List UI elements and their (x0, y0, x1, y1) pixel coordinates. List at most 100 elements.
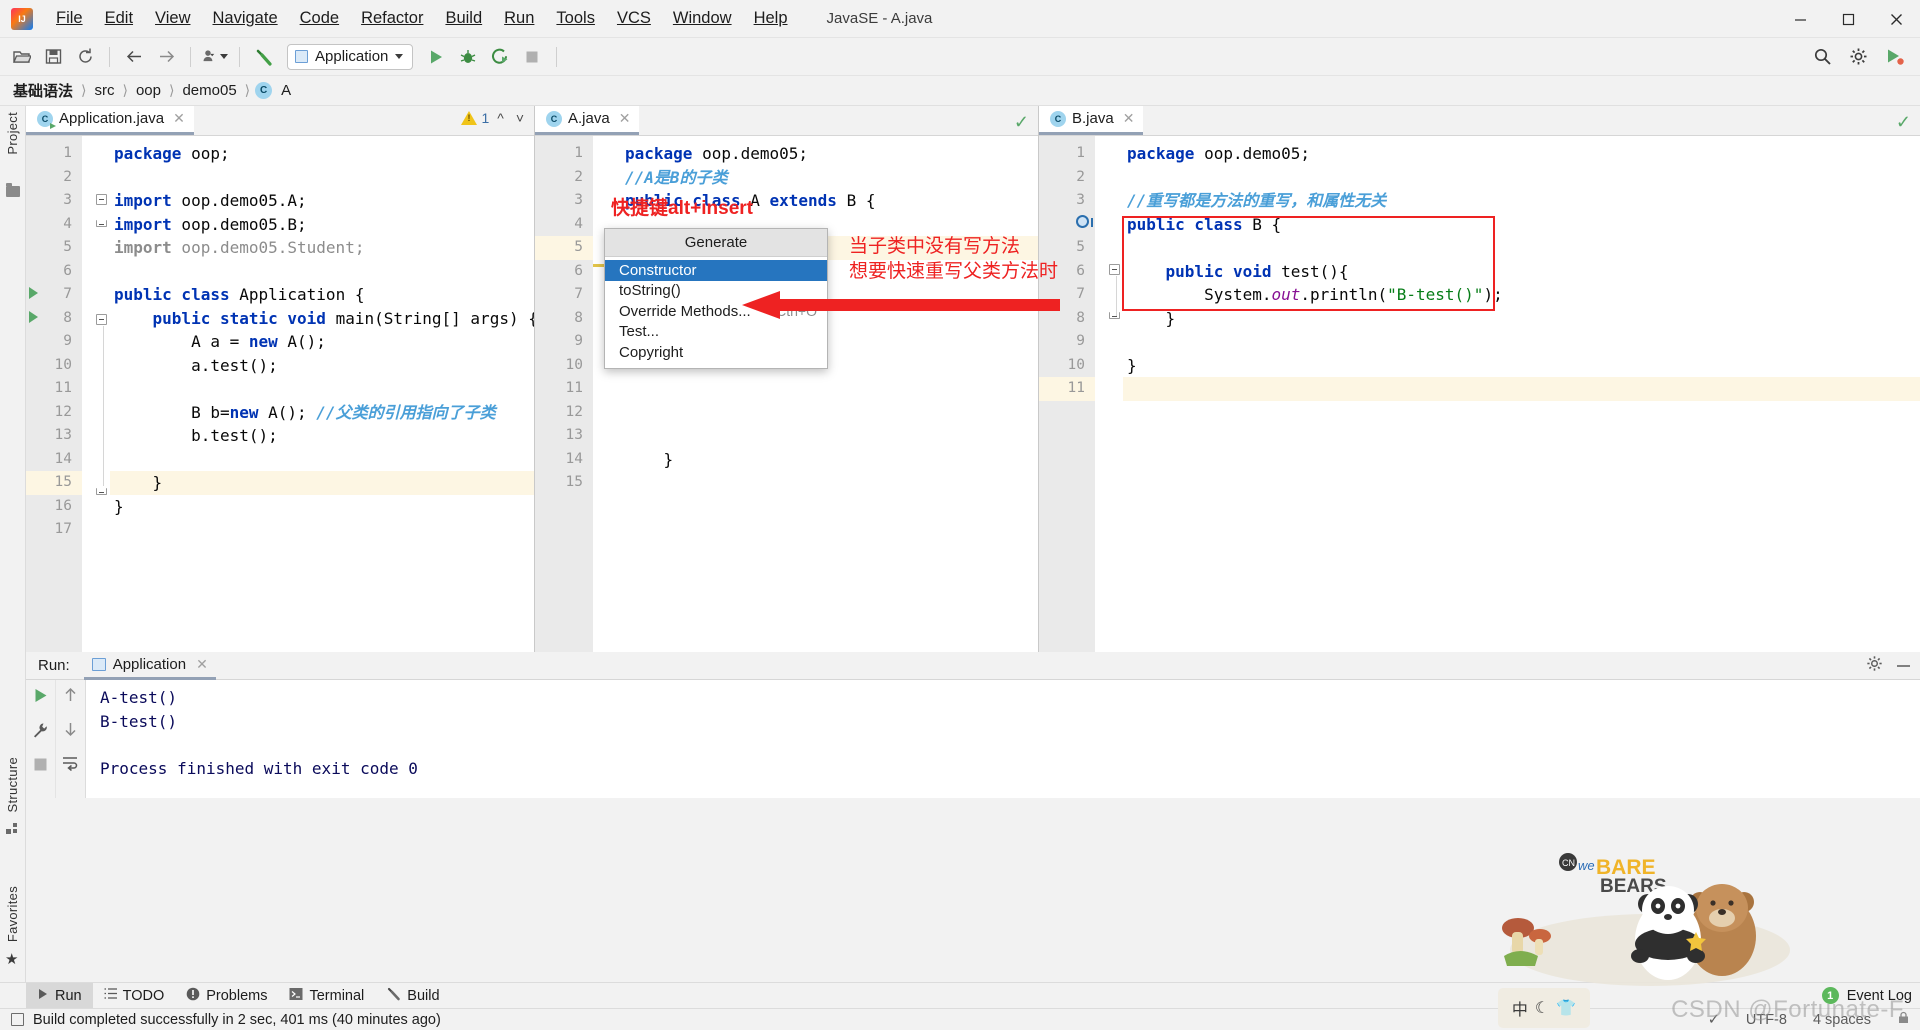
folder-icon[interactable] (6, 183, 20, 197)
rerun-play-icon[interactable] (32, 687, 49, 709)
star-icon[interactable]: ★ (5, 950, 18, 968)
close-button[interactable] (1872, 0, 1920, 38)
tab-a-java[interactable]: C A.java ✕ (535, 106, 640, 135)
breadcrumb-item-class-a[interactable]: A (278, 82, 294, 99)
sync-icon[interactable] (72, 44, 98, 70)
menu-run[interactable]: Run (493, 5, 545, 32)
tab-b-java[interactable]: C B.java ✕ (1039, 106, 1144, 135)
line-number: 6 (574, 262, 583, 279)
run-gutter-icon[interactable] (29, 287, 38, 299)
sidebar-item-structure[interactable]: Structure (5, 757, 20, 812)
bears-sticker-watermark: we BARE BEARS CN (1500, 840, 1800, 990)
menu-build[interactable]: Build (434, 5, 493, 32)
indent-indicator[interactable]: 4 spaces (1813, 1012, 1871, 1028)
soft-wrap-icon[interactable] (62, 755, 79, 776)
tab-label: B.java (1072, 110, 1114, 127)
settings-wrench-icon[interactable] (32, 722, 49, 744)
vcs-update-icon[interactable] (202, 44, 228, 70)
fold-icon[interactable] (96, 488, 107, 495)
menu-build-label: Build (445, 9, 483, 27)
toolwindow-problems[interactable]: Problems (175, 983, 278, 1009)
inspection-status-widget[interactable]: 1 ^ ˅ (461, 110, 528, 126)
toolwindow-terminal[interactable]: Terminal (278, 983, 375, 1009)
encoding-indicator[interactable]: UTF-8 (1746, 1012, 1787, 1028)
breadcrumb-item-oop[interactable]: oop (133, 82, 164, 99)
breadcrumb-item-src[interactable]: src (91, 82, 117, 99)
breadcrumb-item-demo05[interactable]: demo05 (179, 82, 239, 99)
run-button[interactable] (423, 44, 449, 70)
forward-arrow-icon[interactable] (153, 44, 179, 70)
stop-icon[interactable] (33, 757, 48, 777)
run-actions-column (26, 680, 56, 798)
line-number: 8 (574, 309, 583, 326)
console-output[interactable]: A-test() B-test() Process finished with … (86, 680, 1920, 798)
tab-application-java[interactable]: C Application.java ✕ (26, 106, 194, 135)
back-arrow-icon[interactable] (121, 44, 147, 70)
sidebar-item-favorites[interactable]: Favorites (5, 886, 20, 942)
code-content-3[interactable]: package oop.demo05; //重写都是方法的重写，和属性无关 pu… (1123, 136, 1920, 652)
run-with-coverage-button[interactable] (487, 44, 513, 70)
toolwindow-build[interactable]: Build (375, 983, 450, 1009)
menu-file[interactable]: File (45, 5, 94, 32)
menu-view[interactable]: View (144, 5, 201, 32)
debug-button[interactable] (455, 44, 481, 70)
menu-edit[interactable]: Edit (94, 5, 144, 32)
up-arrow-icon[interactable] (63, 687, 78, 708)
overridden-method-icon[interactable] (1076, 215, 1093, 228)
menu-tools-label: Tools (556, 9, 595, 27)
close-icon[interactable]: ✕ (173, 110, 185, 127)
close-icon[interactable]: ✕ (196, 656, 208, 673)
build-hammer-icon[interactable] (251, 44, 277, 70)
menu-window[interactable]: Window (662, 5, 743, 32)
minimize-button[interactable] (1776, 0, 1824, 38)
tab-label: Application.java (59, 110, 165, 127)
line-number: 14 (565, 450, 583, 467)
menu-code[interactable]: Code (289, 5, 350, 32)
menu-item-constructor[interactable]: Constructor (605, 260, 827, 281)
stop-button[interactable] (519, 44, 545, 70)
line-number: 3 (1076, 192, 1085, 208)
chevron-down-icon[interactable]: ˅ (512, 110, 528, 126)
maximize-button[interactable] (1824, 0, 1872, 38)
fold-icon[interactable] (96, 220, 107, 227)
fold-icon[interactable] (1109, 312, 1120, 319)
run-anything-icon[interactable] (1881, 44, 1907, 70)
structure-icon[interactable] (6, 821, 20, 840)
code-content-1[interactable]: package oop; import oop.demo05.A; import… (110, 136, 534, 652)
breadcrumb-item-project[interactable]: 基础语法 (10, 80, 76, 101)
run-gutter-icon[interactable] (29, 311, 38, 323)
menu-navigate[interactable]: Navigate (202, 5, 289, 32)
close-icon[interactable]: ✕ (1123, 110, 1135, 127)
sidebar-item-project[interactable]: Project (5, 112, 20, 155)
menu-tools[interactable]: Tools (545, 5, 606, 32)
open-folder-icon[interactable] (8, 44, 34, 70)
menu-refactor[interactable]: Refactor (350, 5, 434, 32)
ok-check-icon: ✓ (1895, 112, 1911, 132)
fold-icon[interactable] (96, 314, 107, 325)
down-arrow-icon[interactable] (63, 721, 78, 742)
menu-help[interactable]: Help (743, 5, 799, 32)
toolwindow-run[interactable]: Run (26, 982, 93, 1009)
event-log-area[interactable]: 1 Event Log (1821, 987, 1912, 1004)
menu-item-label: Constructor (619, 261, 697, 279)
save-all-icon[interactable] (40, 44, 66, 70)
menu-item-copyright[interactable]: Copyright (605, 342, 827, 363)
fold-icon[interactable] (96, 194, 107, 205)
settings-gear-icon[interactable] (1866, 655, 1883, 677)
run-config-label: Application (315, 48, 389, 65)
chevron-up-icon[interactable]: ^ (493, 110, 508, 126)
line-separator-indicator[interactable]: ✓ (1708, 1012, 1720, 1028)
hide-minimize-icon[interactable] (1895, 655, 1912, 677)
close-icon[interactable]: ✕ (619, 110, 631, 127)
fold-icon[interactable] (1109, 264, 1120, 275)
search-icon[interactable] (1809, 44, 1835, 70)
run-tab-application[interactable]: Application ✕ (83, 651, 216, 680)
settings-gear-icon[interactable] (1845, 44, 1871, 70)
editor-area: C Application.java ✕ 1 ^ ˅ 1 2 3 4 5 6 (26, 106, 1920, 652)
toolwindow-todo[interactable]: TODO (93, 983, 176, 1009)
menu-vcs[interactable]: VCS (606, 5, 662, 32)
run-configuration-selector[interactable]: Application (287, 43, 414, 70)
lock-icon[interactable] (1897, 1011, 1910, 1028)
